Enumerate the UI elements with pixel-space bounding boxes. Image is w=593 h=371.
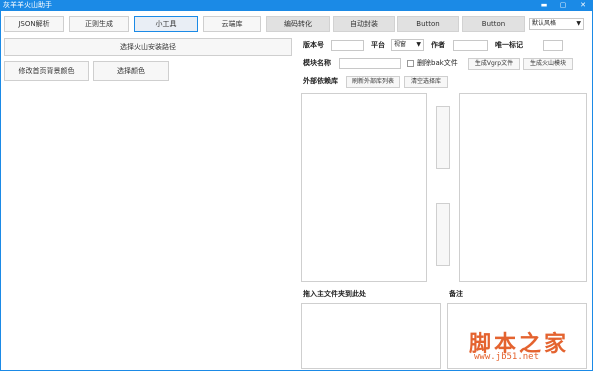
style-select[interactable]: 默认风格 ▼ [529, 18, 584, 30]
delete-bak-checkbox[interactable] [407, 60, 414, 67]
title-bar: 灰羊羊火山助手 ▬ ▢ ✕ [0, 0, 593, 11]
watermark-url: www.jb51.net [474, 352, 540, 362]
version-label: 版本号 [303, 41, 324, 49]
chevron-down-icon: ▼ [416, 41, 421, 48]
tab-button-2[interactable]: Button [462, 16, 525, 32]
uid-input[interactable] [543, 40, 563, 51]
external-lib-label: 外部依赖库 [303, 77, 338, 85]
move-right-button[interactable] [436, 106, 450, 169]
maximize-icon[interactable]: ▢ [556, 0, 570, 11]
tab-cloud-lib[interactable]: 云端库 [203, 16, 261, 32]
version-input[interactable] [331, 40, 364, 51]
platform-select-value: 视窗 [394, 41, 407, 48]
move-left-button[interactable] [436, 203, 450, 266]
close-icon[interactable]: ✕ [576, 0, 590, 11]
drag-drop-area[interactable] [301, 303, 441, 369]
note-label: 备注 [449, 290, 463, 298]
window-title: 灰羊羊火山助手 [3, 1, 52, 9]
modify-bg-color-button[interactable]: 修改首页背景颜色 [4, 61, 89, 81]
clear-selected-lib-button[interactable]: 清空选择库 [404, 76, 448, 88]
author-input[interactable] [453, 40, 488, 51]
selected-lib-list[interactable] [459, 93, 587, 282]
minimize-icon[interactable]: ▬ [537, 0, 551, 11]
gen-module-button[interactable]: 生成火山模块 [523, 58, 573, 70]
chevron-down-icon: ▼ [576, 20, 581, 27]
tab-button-1[interactable]: Button [397, 16, 459, 32]
style-select-value: 默认风格 [532, 20, 557, 27]
gen-vgrp-button[interactable]: 生成Vgrp文件 [468, 58, 520, 70]
tab-encoding[interactable]: 编码转化 [266, 16, 330, 32]
delete-bak-label: 删除bak文件 [417, 59, 458, 67]
platform-label: 平台 [371, 41, 385, 49]
choose-color-button[interactable]: 选择颜色 [93, 61, 169, 81]
uid-label: 唯一标记 [495, 41, 523, 49]
tab-regex-gen[interactable]: 正则生成 [69, 16, 129, 32]
module-name-input[interactable] [339, 58, 401, 69]
platform-select[interactable]: 视窗 ▼ [391, 39, 424, 51]
module-name-label: 模块名称 [303, 59, 331, 67]
tab-json-parse[interactable]: JSON解析 [4, 16, 64, 32]
drag-folder-label: 拖入主文件夹到此处 [303, 290, 366, 298]
refresh-external-lib-button[interactable]: 刷新外部库列表 [346, 76, 400, 88]
tab-auto-wrap[interactable]: 自动封装 [333, 16, 395, 32]
choose-install-path-button[interactable]: 选择火山安装路径 [4, 38, 292, 56]
tab-tools[interactable]: 小工具 [134, 16, 198, 32]
external-lib-list[interactable] [301, 93, 427, 282]
author-label: 作者 [431, 41, 445, 49]
